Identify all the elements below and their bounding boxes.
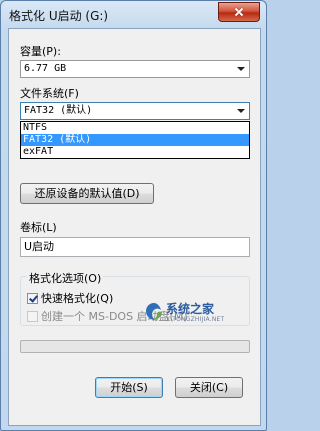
chevron-down-icon bbox=[237, 109, 245, 113]
close-button[interactable]: 关闭(C) bbox=[175, 377, 243, 398]
format-dialog: 格式化 U启动 (G:) 容量(P): 6.77 GB 文件系统(F) FAT3… bbox=[0, 0, 267, 431]
msdos-startup-checkbox bbox=[27, 311, 38, 322]
start-button[interactable]: 开始(S) bbox=[95, 377, 163, 398]
format-options-title: 格式化选项(O) bbox=[27, 270, 104, 286]
close-icon[interactable] bbox=[218, 2, 260, 22]
filesystem-value: FAT32 (默认) bbox=[24, 105, 93, 116]
capacity-label: 容量(P): bbox=[20, 45, 61, 58]
window-title: 格式化 U启动 (G:) bbox=[9, 9, 109, 23]
quick-format-label: 快速格式化(Q) bbox=[41, 292, 114, 305]
watermark: 系统之家 XITONGZHIJIA.NET bbox=[144, 300, 264, 330]
watermark-url: XITONGZHIJIA.NET bbox=[166, 316, 225, 323]
filesystem-select[interactable]: FAT32 (默认) bbox=[20, 102, 250, 120]
quick-format-checkbox[interactable] bbox=[27, 293, 38, 304]
format-progress-bar bbox=[20, 340, 250, 353]
volume-label-label: 卷标(L) bbox=[20, 221, 57, 234]
filesystem-option-exfat[interactable]: exFAT bbox=[21, 146, 249, 158]
quick-format-option[interactable]: 快速格式化(Q) bbox=[27, 290, 114, 305]
capacity-select[interactable]: 6.77 GB bbox=[20, 60, 250, 78]
volume-label-input[interactable]: U启动 bbox=[20, 237, 250, 257]
capacity-value: 6.77 GB bbox=[24, 63, 67, 74]
filesystem-option-ntfs[interactable]: NTFS bbox=[21, 122, 249, 134]
filesystem-dropdown-list: NTFS FAT32 (默认) exFAT bbox=[20, 121, 250, 159]
restore-defaults-button[interactable]: 还原设备的默认值(D) bbox=[20, 183, 154, 204]
chevron-down-icon bbox=[237, 67, 245, 71]
filesystem-option-fat32[interactable]: FAT32 (默认) bbox=[21, 134, 249, 146]
dialog-body: 容量(P): 6.77 GB 文件系统(F) FAT32 (默认) NTFS F… bbox=[8, 28, 261, 426]
title-bar[interactable]: 格式化 U启动 (G:) bbox=[1, 1, 266, 28]
filesystem-label: 文件系统(F) bbox=[20, 87, 79, 100]
watermark-name: 系统之家 bbox=[166, 302, 215, 316]
xitongzhijia-logo-icon bbox=[146, 303, 162, 321]
